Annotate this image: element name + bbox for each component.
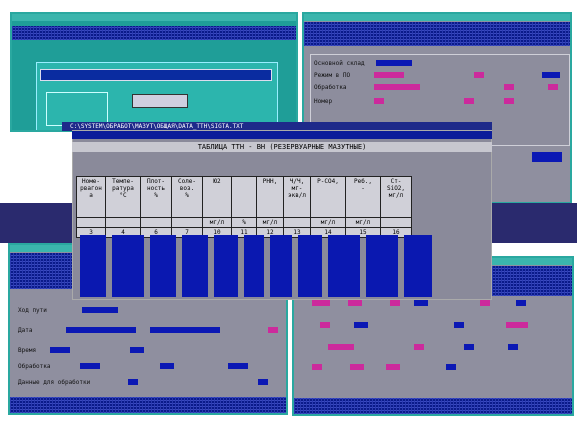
right-field-10[interactable] — [532, 152, 562, 162]
bottom-left-footer — [10, 397, 286, 413]
right-field-1[interactable] — [374, 72, 404, 78]
br-field-15[interactable] — [350, 364, 364, 370]
col-units-8: мг/л — [310, 217, 346, 228]
left-field-2[interactable] — [150, 327, 220, 333]
col-units-10 — [380, 217, 412, 228]
data-column-5[interactable] — [244, 235, 264, 297]
left-field-3[interactable] — [268, 327, 278, 333]
top-left-radio-row[interactable] — [132, 94, 188, 108]
col-header-4: Ю2 — [202, 176, 232, 218]
col-header-3: Соле- воз. % — [171, 176, 203, 218]
col-header-2: Плот- ность % — [140, 176, 172, 218]
table-header-strip — [72, 131, 492, 139]
left-label-0: Ход пути — [18, 307, 47, 314]
right-label-0: Основной склад — [314, 60, 365, 67]
br-field-14[interactable] — [312, 364, 322, 370]
col-units-2 — [140, 217, 172, 228]
table-title: ТАБЛИЦА ТТН - ВН (РЕЗЕРВУАРНЫЕ МАЗУТНЫЕ) — [72, 142, 492, 152]
col-header-9: Реб., - — [345, 176, 381, 218]
br-field-17[interactable] — [446, 364, 456, 370]
data-column-3[interactable] — [182, 235, 208, 297]
br-field-13[interactable] — [508, 344, 518, 350]
data-column-0[interactable] — [80, 235, 106, 297]
left-field-9[interactable] — [128, 379, 138, 385]
col-units-4: мг/л — [202, 217, 232, 228]
col-units-9: мг/л — [345, 217, 381, 228]
data-column-7[interactable] — [298, 235, 322, 297]
left-label-1: Дата — [18, 327, 33, 334]
col-header-8: Р-СО4, — [310, 176, 346, 218]
right-field-2[interactable] — [474, 72, 484, 78]
bottom-right-footer — [294, 398, 572, 414]
data-column-9[interactable] — [366, 235, 398, 297]
right-field-6[interactable] — [548, 84, 558, 90]
left-field-7[interactable] — [160, 363, 174, 369]
right-field-4[interactable] — [374, 84, 420, 90]
right-label-1: Режим в ПО — [314, 72, 351, 79]
br-field-1[interactable] — [348, 300, 362, 306]
right-field-7[interactable] — [374, 98, 384, 104]
units-row: мг/л % мг/л мг/л мг/л — [76, 217, 412, 228]
br-field-7[interactable] — [354, 322, 368, 328]
col-units-0 — [76, 217, 106, 228]
col-header-10: Ст- SiO2, мг/л — [380, 176, 412, 218]
data-column-4[interactable] — [214, 235, 238, 297]
left-label-2: Время — [18, 347, 37, 354]
br-field-10[interactable] — [328, 344, 354, 350]
left-field-4[interactable] — [50, 347, 70, 353]
window-top-left[interactable] — [10, 12, 298, 132]
left-field-8[interactable] — [228, 363, 248, 369]
br-field-0[interactable] — [312, 300, 330, 306]
br-field-11[interactable] — [414, 344, 424, 350]
desktop: Основной склад Режим в ПО Обработка Номе… — [0, 0, 577, 422]
data-column-8[interactable] — [328, 235, 360, 297]
left-label-3: Обработка — [18, 363, 51, 370]
right-field-5[interactable] — [504, 84, 514, 90]
br-field-6[interactable] — [320, 322, 330, 328]
top-right-pattern — [304, 22, 570, 46]
data-column-2[interactable] — [150, 235, 176, 297]
br-field-16[interactable] — [386, 364, 400, 370]
right-label-2: Обработка — [314, 84, 347, 91]
left-field-10[interactable] — [258, 379, 268, 385]
left-label-4: Данные для обработки — [18, 379, 91, 386]
br-field-4[interactable] — [480, 300, 490, 306]
data-column-1[interactable] — [112, 235, 144, 297]
right-label-3: Номер — [314, 98, 333, 105]
right-field-0[interactable] — [376, 60, 412, 66]
br-field-5[interactable] — [516, 300, 526, 306]
left-field-0[interactable] — [82, 307, 118, 313]
right-field-8[interactable] — [464, 98, 474, 104]
br-field-9[interactable] — [506, 322, 528, 328]
col-units-1 — [105, 217, 141, 228]
col-header-1: Темпе- ратура °С — [105, 176, 141, 218]
col-units-6: мг/л — [256, 217, 284, 228]
right-field-3[interactable] — [542, 72, 560, 78]
br-field-8[interactable] — [454, 322, 464, 328]
col-header-0: Номе- рвагон а — [76, 176, 106, 218]
br-field-2[interactable] — [390, 300, 400, 306]
br-field-12[interactable] — [464, 344, 474, 350]
right-field-9[interactable] — [504, 98, 514, 104]
col-header-5 — [231, 176, 257, 218]
left-field-1[interactable] — [66, 327, 136, 333]
window-top-right-titlebar[interactable] — [304, 14, 570, 21]
window-top-left-titlebar[interactable] — [12, 14, 296, 21]
data-column-10[interactable] — [404, 235, 432, 297]
br-field-3[interactable] — [414, 300, 428, 306]
top-left-pattern — [12, 26, 296, 40]
left-field-6[interactable] — [80, 363, 100, 369]
data-table: Номе- рвагон а Темпе- ратура °С Плот- но… — [76, 176, 412, 238]
data-column-6[interactable] — [270, 235, 292, 297]
top-left-input[interactable] — [40, 69, 272, 81]
top-left-subbox — [46, 92, 108, 126]
col-units-7 — [283, 217, 311, 228]
col-units-5: % — [231, 217, 257, 228]
left-field-5[interactable] — [130, 347, 144, 353]
header-row: Номе- рвагон а Темпе- ратура °С Плот- но… — [76, 176, 412, 218]
col-header-7: Ч/Ч, мг- экв/л — [283, 176, 311, 218]
col-header-6: РНН, — [256, 176, 284, 218]
col-units-3 — [171, 217, 203, 228]
